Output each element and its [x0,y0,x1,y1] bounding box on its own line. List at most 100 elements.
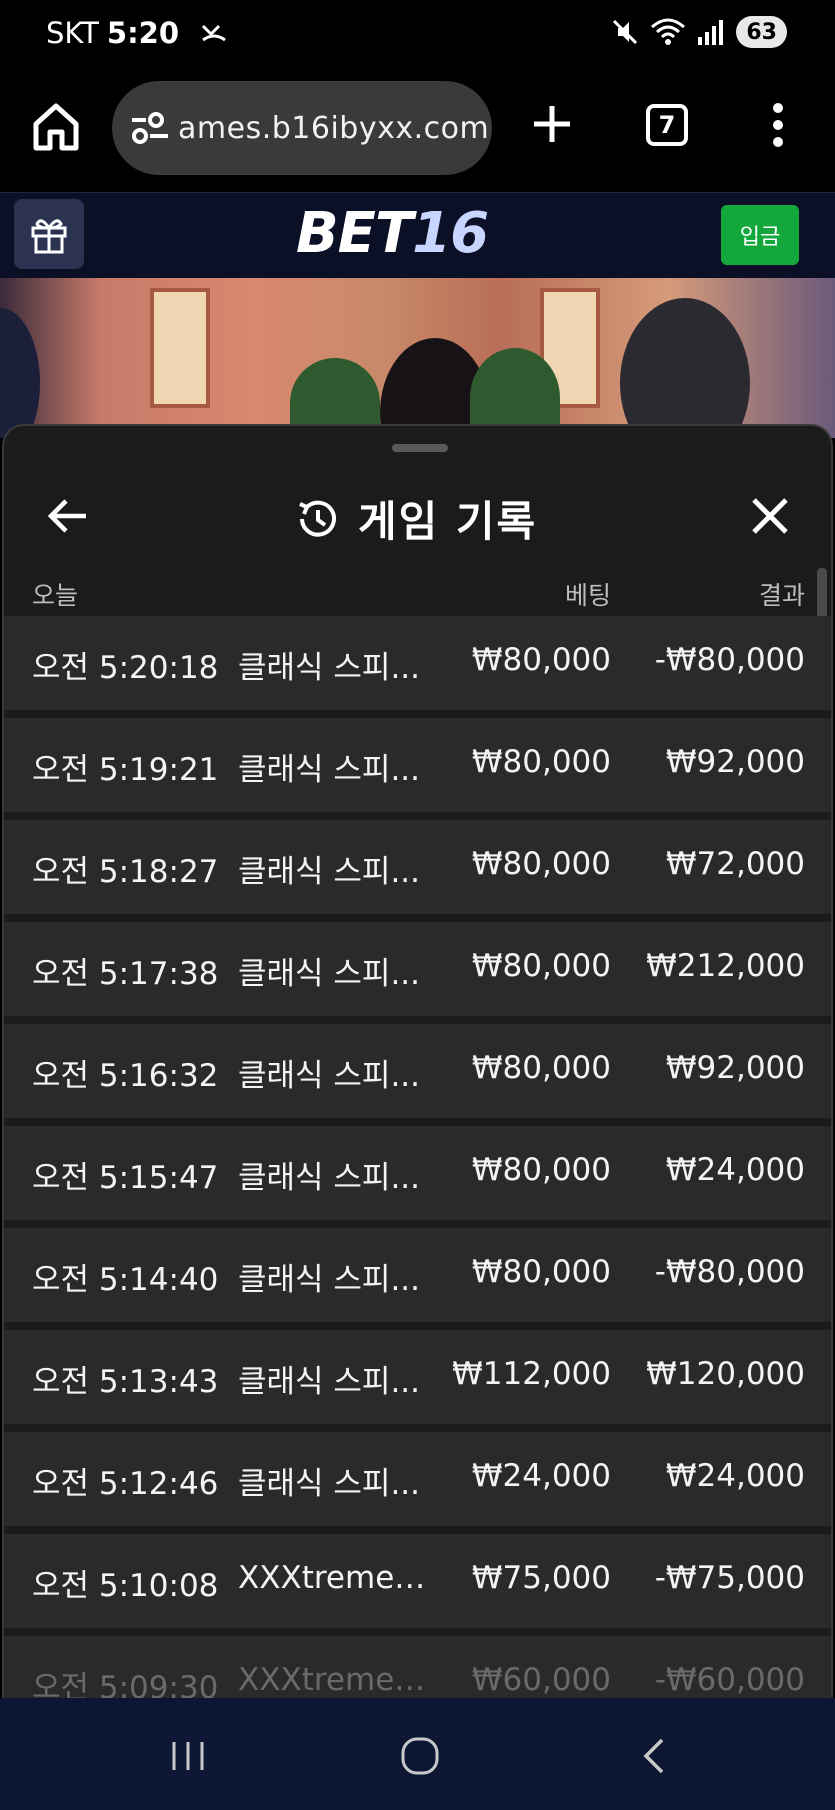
back-nav-icon[interactable] [634,1734,678,1778]
drag-handle[interactable] [392,444,448,452]
history-row[interactable]: 오전 5:18:27 클래식 스피... ₩80,000 ₩72,000 [4,820,831,914]
live-video-background [0,278,835,438]
logo-text-16: 16 [412,201,489,266]
history-icon [299,500,336,537]
row-game: XXXtreme ... [238,1560,428,1596]
history-row[interactable]: 오전 5:17:38 클래식 스피... ₩80,000 ₩212,000 [4,922,831,1016]
row-result: ₩72,000 [665,846,805,882]
new-tab-icon[interactable] [530,102,574,146]
row-game: 클래식 스피... [238,650,421,686]
row-bet: ₩80,000 [471,948,611,984]
video-person-left [0,308,40,438]
row-game: 클래식 스피... [238,1160,421,1196]
status-right: 63 [610,16,787,48]
history-row[interactable]: 오전 5:15:47 클래식 스피... ₩80,000 ₩24,000 [4,1126,831,1220]
status-left: SKT 5:20 [46,16,229,50]
row-time: 오전 5:12:46 [32,1466,219,1502]
clock: 5:20 [106,16,180,50]
deposit-button[interactable]: 입금 [721,205,799,265]
tune-icon[interactable] [128,110,172,146]
signal-icon [698,20,724,45]
row-result: ₩92,000 [665,744,805,780]
header-date: 오늘 [32,581,79,610]
row-game: 클래식 스피... [238,1466,421,1502]
history-row[interactable]: 오전 5:19:21 클래식 스피... ₩80,000 ₩92,000 [4,718,831,812]
system-nav-bar [0,1698,835,1810]
history-row[interactable]: 오전 5:09:30 XXXtreme ... ₩60,000 -₩60,000 [4,1636,831,1700]
row-bet: ₩80,000 [471,1152,611,1188]
row-game: 클래식 스피... [238,1262,421,1298]
row-time: 오전 5:16:32 [32,1058,219,1094]
row-time: 오전 5:14:40 [32,1262,219,1298]
row-bet: ₩80,000 [471,1254,611,1290]
carrier-label: SKT [46,16,99,50]
history-row[interactable]: 오전 5:16:32 클래식 스피... ₩80,000 ₩92,000 [4,1024,831,1118]
history-row[interactable]: 오전 5:13:43 클래식 스피... ₩112,000 ₩120,000 [4,1330,831,1424]
row-bet: ₩80,000 [471,744,611,780]
row-game: 클래식 스피... [238,752,421,788]
row-time: 오전 5:13:43 [32,1364,219,1400]
gift-icon [31,219,67,254]
logo-text-bet: BET [296,201,413,266]
mute-icon [613,19,638,45]
row-result: ₩24,000 [665,1458,805,1494]
history-row[interactable]: 오전 5:12:46 클래식 스피... ₩24,000 ₩24,000 [4,1432,831,1526]
screen: SKT 5:20 63 ames.b16ibyxx.com 7 BET16 입금… [0,0,835,1810]
arrow-left-icon[interactable] [46,496,90,536]
table-header: 오늘 베팅 결과 [4,562,831,618]
row-result: -₩80,000 [654,1254,805,1290]
recent-apps-icon[interactable] [166,1734,210,1778]
row-game: 클래식 스피... [238,1364,421,1400]
status-bar: SKT 5:20 63 [0,0,835,66]
header-bet: 베팅 [564,581,611,610]
row-bet: ₩80,000 [471,1050,611,1086]
browser-toolbar: ames.b16ibyxx.com 7 [0,66,835,192]
gift-button[interactable] [14,199,84,269]
close-icon[interactable] [748,494,792,538]
url-text: ames.b16ibyxx.com [178,110,490,146]
row-bet: ₩24,000 [471,1458,611,1494]
sheet-title-group: 게임 기록 [294,488,537,549]
battery-level: 63 [736,16,787,48]
history-row[interactable]: 오전 5:10:08 XXXtreme ... ₩75,000 -₩75,000 [4,1534,831,1628]
row-time: 오전 5:20:18 [32,650,219,686]
row-bet: ₩80,000 [471,846,611,882]
video-window-left [150,288,210,408]
game-history-sheet: 게임 기록 오늘 베팅 결과 오전 5:20:18 클래식 스피... ₩80,… [2,424,833,1700]
row-time: 오전 5:15:47 [32,1160,219,1196]
row-bet: ₩75,000 [471,1560,611,1596]
row-game: XXXtreme ... [238,1662,428,1698]
history-list: 오전 5:20:18 클래식 스피... ₩80,000 -₩80,000 오전… [4,616,831,1700]
missed-call-icon [201,24,226,42]
row-game: 클래식 스피... [238,854,421,890]
home-icon[interactable] [30,98,82,154]
row-result: -₩60,000 [654,1662,805,1698]
row-bet: ₩112,000 [452,1356,611,1392]
site-logo[interactable]: BET16 [296,201,489,266]
sheet-header: 게임 기록 [4,466,831,566]
row-time: 오전 5:18:27 [32,854,219,890]
tab-switcher-button[interactable]: 7 [646,104,688,146]
row-game: 클래식 스피... [238,956,421,992]
history-row[interactable]: 오전 5:14:40 클래식 스피... ₩80,000 -₩80,000 [4,1228,831,1322]
row-bet: ₩60,000 [471,1662,611,1698]
row-result: ₩92,000 [665,1050,805,1086]
address-bar[interactable]: ames.b16ibyxx.com [112,81,492,175]
row-result: ₩120,000 [646,1356,805,1392]
tab-count: 7 [658,111,676,139]
row-bet: ₩80,000 [471,642,611,678]
row-time: 오전 5:09:30 [32,1670,219,1700]
history-row[interactable]: 오전 5:20:18 클래식 스피... ₩80,000 -₩80,000 [4,616,831,710]
wifi-icon [651,18,686,45]
row-time: 오전 5:19:21 [32,752,219,788]
home-nav-icon[interactable] [398,1734,442,1778]
row-time: 오전 5:10:08 [32,1568,219,1604]
row-result: -₩75,000 [654,1560,805,1596]
row-result: -₩80,000 [654,642,805,678]
site-header: BET16 입금 [0,192,835,278]
video-person-right [620,298,750,438]
more-menu-icon[interactable] [766,100,790,150]
row-result: ₩24,000 [665,1152,805,1188]
row-time: 오전 5:17:38 [32,956,219,992]
header-result: 결과 [758,581,805,610]
